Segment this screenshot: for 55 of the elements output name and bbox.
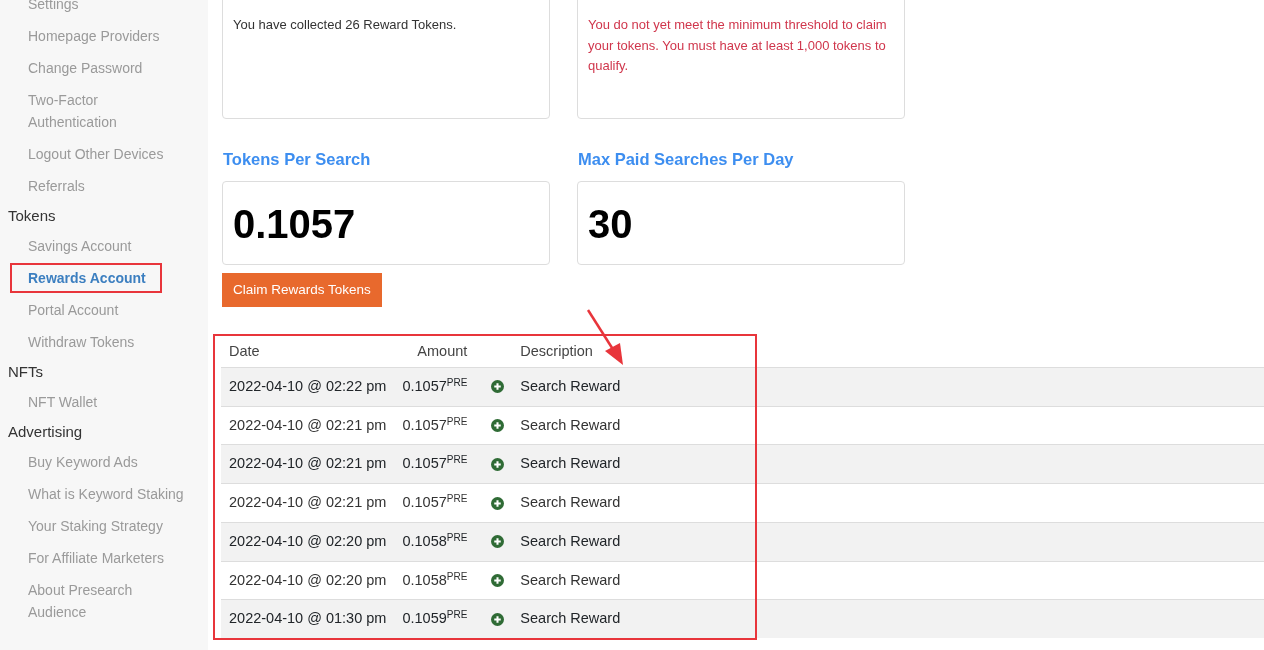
table-cell: 2022-04-10 @ 02:21 pm — [221, 483, 395, 523]
table-cell: 2022-04-10 @ 02:20 pm — [221, 522, 395, 561]
info-message: You have collected 26 Reward Tokens. — [233, 16, 457, 34]
sidebar-link[interactable]: NFT Wallet — [10, 387, 114, 417]
plus-circle-icon — [491, 419, 505, 433]
plus-circle-icon — [491, 535, 505, 549]
table-cell: Search Reward — [512, 406, 629, 445]
column-header: Date — [221, 337, 395, 368]
table-cell: 0.1057$^{PRE}$ — [394, 483, 476, 523]
sidebar-link[interactable]: Portal Account — [10, 295, 135, 325]
claim-rewards-button[interactable]: Claim Rewards Tokens — [222, 272, 382, 307]
sidebar-link[interactable]: Logout Other Devices — [10, 139, 180, 169]
sidebar-link[interactable]: Rewards Account — [10, 263, 162, 293]
table-cell: 0.1057$^{PRE}$ — [394, 367, 476, 406]
sidebar-link[interactable]: What is Keyword Staking — [10, 479, 200, 509]
sidebar-link[interactable]: About Presearch Audience — [10, 575, 200, 627]
plus-circle-icon — [491, 457, 505, 471]
sidebar-link[interactable]: Referrals — [10, 171, 101, 201]
sidebar-link[interactable]: Withdraw Tokens — [10, 327, 151, 357]
table-cell: 2022-04-10 @ 02:21 pm — [221, 406, 395, 445]
table-cell: Search Reward — [512, 483, 629, 523]
table-cell: 0.1058$^{PRE}$ — [394, 561, 476, 600]
warning-message: You do not yet meet the minimum threshold to claim your tokens. You must have at least 1,000 tokens to qualify. — [588, 16, 888, 75]
table-cell: Search Reward — [512, 522, 629, 561]
table-cell: 0.1057$^{PRE}$ — [394, 406, 476, 445]
stat-value: 0.1057 — [222, 180, 550, 265]
table-cell: Search Reward — [512, 599, 629, 639]
plus-circle-icon — [491, 380, 505, 394]
table-cell: 2022-04-10 @ 02:21 pm — [221, 444, 395, 484]
plus-circle-icon — [491, 612, 505, 626]
table-cell: Search Reward — [512, 444, 629, 484]
stat-title: Tokens Per Search — [223, 149, 372, 170]
sidebar-link[interactable]: Two-Factor Authentication — [10, 85, 200, 137]
table-cell: 0.1059$^{PRE}$ — [394, 599, 476, 639]
sidebar-heading: Advertising — [8, 422, 84, 442]
table-cell: 2022-04-10 @ 01:30 pm — [221, 599, 395, 639]
table-cell: 0.1058$^{PRE}$ — [394, 522, 476, 561]
table-cell: Search Reward — [512, 561, 629, 600]
table-cell: 2022-04-10 @ 02:22 pm — [221, 367, 395, 406]
table-cell: 0.1057$^{PRE}$ — [394, 444, 476, 484]
column-header: Amount — [394, 337, 476, 368]
plus-circle-icon — [491, 496, 505, 510]
sidebar-heading: NFTs — [8, 362, 44, 382]
table-cell: 2022-04-10 @ 02:20 pm — [221, 561, 395, 600]
table-cell: Search Reward — [512, 367, 629, 406]
sidebar-link[interactable]: For Affiliate Marketers — [10, 543, 180, 573]
sidebar-link[interactable]: Buy Keyword Ads — [10, 447, 154, 477]
sidebar-heading: Tokens — [8, 206, 57, 226]
sidebar-link[interactable]: Change Password — [10, 53, 159, 83]
plus-circle-icon — [491, 574, 505, 588]
sidebar-link[interactable]: Your Staking Strategy — [10, 511, 179, 541]
stat-value: 30 — [577, 180, 905, 265]
sidebar-link[interactable]: Savings Account — [10, 231, 148, 261]
stat-title: Max Paid Searches Per Day — [578, 149, 795, 170]
sidebar-link[interactable]: Homepage Providers — [10, 21, 176, 51]
